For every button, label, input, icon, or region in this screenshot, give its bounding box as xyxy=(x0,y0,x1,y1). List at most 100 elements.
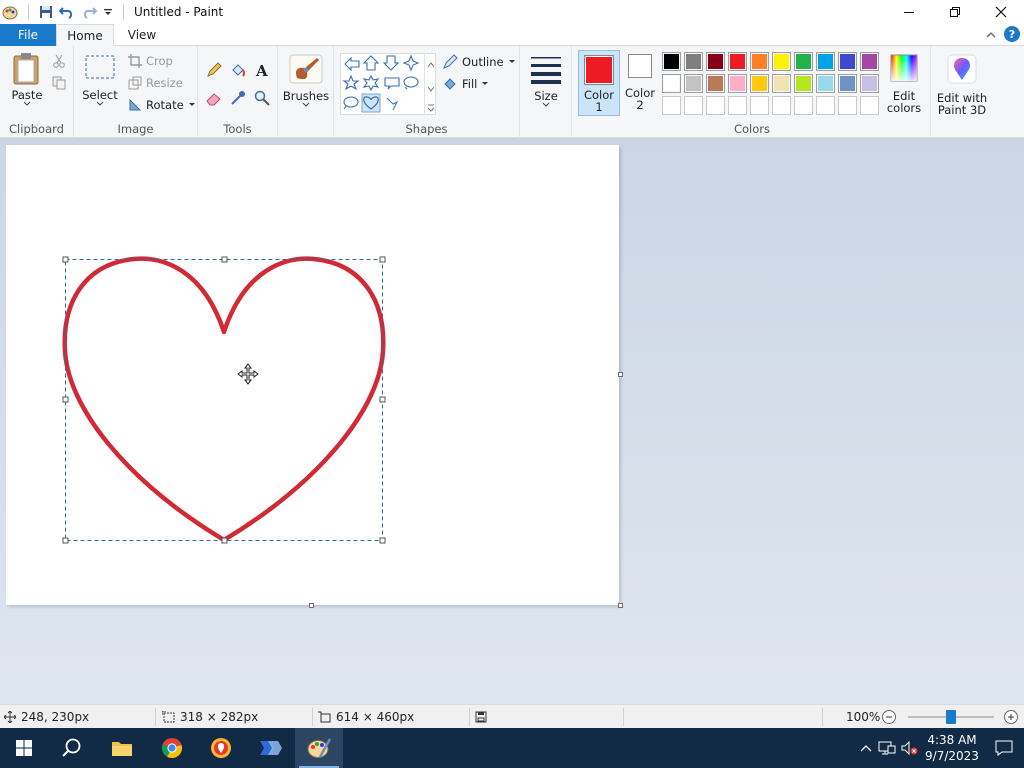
app-button[interactable] xyxy=(197,728,245,768)
notifications-icon[interactable] xyxy=(984,740,1024,756)
select-button[interactable]: Select xyxy=(80,54,120,107)
fill-button[interactable]: Fill xyxy=(442,76,489,92)
palette-swatch[interactable] xyxy=(816,74,835,93)
palette-swatch-empty[interactable] xyxy=(838,96,857,115)
crop-button[interactable]: Crop xyxy=(128,54,173,68)
palette-swatch-empty[interactable] xyxy=(662,96,681,115)
size-button[interactable]: Size xyxy=(526,54,566,108)
clock[interactable]: 4:38 AM 9/7/2023 xyxy=(920,732,984,764)
cursor-position-text: 248, 230px xyxy=(21,710,90,724)
edit-with-paint3d-button[interactable]: Edit with Paint 3D xyxy=(933,54,991,116)
palette-swatch[interactable] xyxy=(838,74,857,93)
shapes-group: Outline Fill Shapes xyxy=(334,46,520,138)
close-button[interactable] xyxy=(978,0,1024,24)
folder-icon xyxy=(112,742,132,756)
palette-swatch[interactable] xyxy=(728,74,747,93)
outline-button[interactable]: Outline xyxy=(442,54,516,70)
palette-swatch[interactable] xyxy=(706,52,725,71)
search-button[interactable] xyxy=(48,728,96,768)
palette-swatch-empty[interactable] xyxy=(794,96,813,115)
palette-swatch[interactable] xyxy=(816,52,835,71)
palette-swatch[interactable] xyxy=(860,74,879,93)
network-icon[interactable] xyxy=(876,740,898,756)
palette-swatch[interactable] xyxy=(772,52,791,71)
show-hidden-icons[interactable] xyxy=(856,744,876,752)
tab-home[interactable]: Home xyxy=(56,24,114,47)
palette-swatch[interactable] xyxy=(838,52,857,71)
paste-button[interactable]: Paste xyxy=(6,52,48,107)
canvas-resize-handle-corner[interactable] xyxy=(618,603,623,608)
copy-button[interactable] xyxy=(52,76,66,90)
start-button[interactable] xyxy=(0,728,48,768)
save-icon[interactable] xyxy=(39,5,53,19)
palette-swatch[interactable] xyxy=(662,74,681,93)
customize-quick-access-icon[interactable] xyxy=(103,7,113,17)
palette-swatch-empty[interactable] xyxy=(750,96,769,115)
brushes-button[interactable]: Brushes xyxy=(283,54,329,108)
palette-swatch[interactable] xyxy=(750,74,769,93)
palette-swatch-empty[interactable] xyxy=(860,96,879,115)
power-automate-button[interactable] xyxy=(246,728,294,768)
zoom-slider-thumb[interactable] xyxy=(946,710,956,724)
pencil-tool[interactable] xyxy=(206,62,222,78)
redo-icon[interactable] xyxy=(81,5,97,19)
palette-swatch-empty[interactable] xyxy=(706,96,725,115)
palette-swatch[interactable] xyxy=(662,52,681,71)
chrome-button[interactable] xyxy=(148,728,196,768)
color2-button[interactable]: Color 2 xyxy=(622,54,658,111)
tab-view[interactable]: View xyxy=(114,24,170,46)
selection-size-text: 318 × 282px xyxy=(180,710,259,724)
colors-group-label: Colors xyxy=(733,122,771,136)
canvas-resize-handle-bottom[interactable] xyxy=(309,603,314,608)
palette-swatch[interactable] xyxy=(706,74,725,93)
fill-tool[interactable] xyxy=(230,62,246,78)
text-tool[interactable]: A xyxy=(254,62,270,78)
palette-swatch[interactable] xyxy=(684,74,703,93)
select-rectangle-icon xyxy=(85,55,115,79)
magnifier-tool[interactable] xyxy=(254,90,270,106)
tools-group-label: Tools xyxy=(223,122,252,136)
help-icon[interactable]: ? xyxy=(1004,26,1020,42)
rotate-button[interactable]: Rotate xyxy=(128,98,196,112)
palette-swatch[interactable] xyxy=(772,74,791,93)
color1-button[interactable]: Color 1 xyxy=(578,50,620,116)
zoom-slider[interactable] xyxy=(906,705,996,729)
chrome-icon xyxy=(161,738,182,759)
palette-swatch[interactable] xyxy=(684,52,703,71)
palette-swatch[interactable] xyxy=(860,52,879,71)
canvas-resize-handle-right[interactable] xyxy=(618,372,623,377)
minimize-button[interactable] xyxy=(886,0,932,24)
drawing-canvas[interactable] xyxy=(6,145,619,605)
edit-colors-button[interactable]: Edit colors xyxy=(884,54,924,114)
palette-swatch-empty[interactable] xyxy=(816,96,835,115)
palette-swatch[interactable] xyxy=(750,52,769,71)
color-picker-tool[interactable] xyxy=(230,90,246,106)
undo-icon[interactable] xyxy=(59,5,75,19)
shapes-icons xyxy=(342,54,420,113)
collapse-ribbon-icon[interactable] xyxy=(986,27,996,41)
shapes-scroll[interactable] xyxy=(424,53,436,115)
paint-app-icon[interactable] xyxy=(2,4,18,20)
paint3d-line2: Paint 3D xyxy=(937,103,987,117)
palette-swatch[interactable] xyxy=(794,74,813,93)
volume-muted-icon[interactable] xyxy=(898,740,920,756)
outline-pen-icon xyxy=(443,54,458,69)
tab-file[interactable]: File xyxy=(0,24,56,46)
palette-swatch[interactable] xyxy=(794,52,813,71)
palette-swatch-empty[interactable] xyxy=(772,96,791,115)
clock-date: 9/7/2023 xyxy=(925,749,979,763)
palette-swatch[interactable] xyxy=(728,52,747,71)
zoom-in-button[interactable] xyxy=(1003,705,1019,729)
palette-swatch-empty[interactable] xyxy=(684,96,703,115)
palette-swatch-empty[interactable] xyxy=(728,96,747,115)
rotate-icon xyxy=(129,98,142,111)
zoom-out-button[interactable] xyxy=(881,705,897,729)
resize-button[interactable]: Resize xyxy=(128,76,183,90)
cut-button[interactable] xyxy=(52,54,66,68)
paint-taskbar-button[interactable] xyxy=(295,728,343,768)
file-explorer-button[interactable] xyxy=(98,728,146,768)
eraser-tool[interactable] xyxy=(206,90,222,106)
scissors-icon xyxy=(53,54,65,68)
color2-swatch xyxy=(628,54,652,78)
restore-button[interactable] xyxy=(932,0,978,24)
